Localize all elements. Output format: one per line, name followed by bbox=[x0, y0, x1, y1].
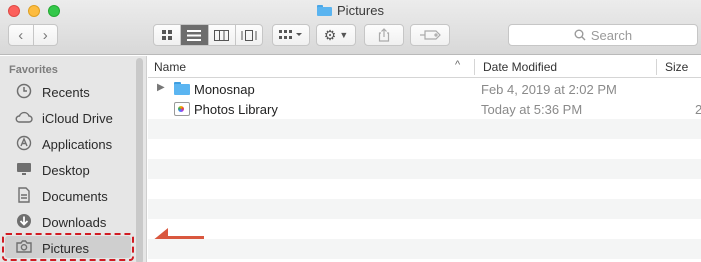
folder-icon bbox=[174, 82, 190, 96]
view-mode-group bbox=[153, 24, 263, 46]
file-list: ▶ Monosnap Feb 4, 2019 at 2:02 PM Photos… bbox=[148, 79, 701, 262]
gallery-icon bbox=[241, 29, 257, 41]
window-title: Pictures bbox=[0, 3, 701, 18]
clock-icon bbox=[14, 83, 34, 102]
share-button[interactable] bbox=[364, 24, 404, 46]
empty-row bbox=[148, 179, 701, 199]
search-field[interactable]: Search bbox=[508, 24, 698, 46]
sidebar-item-applications[interactable]: Applications bbox=[14, 133, 134, 155]
sidebar-heading: Favorites bbox=[9, 64, 58, 76]
empty-row bbox=[148, 159, 701, 179]
sidebar-item-documents[interactable]: Documents bbox=[14, 185, 134, 207]
empty-row bbox=[148, 199, 701, 219]
group-by-button[interactable] bbox=[272, 24, 310, 46]
sidebar-scrollbar[interactable] bbox=[136, 58, 143, 262]
empty-row bbox=[148, 139, 701, 159]
sidebar-item-label: iCloud Drive bbox=[42, 110, 113, 126]
sidebar-item-icloud-drive[interactable]: iCloud Drive bbox=[14, 107, 134, 129]
folder-icon bbox=[317, 5, 333, 16]
back-button[interactable]: ‹ bbox=[9, 27, 33, 44]
tag-icon bbox=[420, 30, 441, 40]
list-header: Name ^ Date Modified Size bbox=[148, 56, 701, 78]
file-name: Photos Library bbox=[194, 102, 278, 117]
arrange-icon bbox=[279, 30, 302, 39]
tags-button[interactable] bbox=[410, 24, 450, 46]
icon-grid-icon bbox=[162, 30, 173, 40]
pictures-highlight-box bbox=[2, 233, 134, 261]
column-header-name[interactable]: Name bbox=[154, 60, 186, 74]
file-date: Today at 5:36 PM bbox=[481, 102, 583, 117]
empty-row bbox=[148, 219, 701, 239]
chevron-down-icon: ▼ bbox=[339, 30, 349, 40]
sidebar-item-downloads[interactable]: Downloads bbox=[14, 211, 134, 233]
sidebar-item-label: Desktop bbox=[42, 162, 90, 178]
list-view-button[interactable] bbox=[181, 25, 209, 45]
share-icon bbox=[378, 28, 390, 42]
search-placeholder: Search bbox=[590, 27, 633, 43]
columns-icon bbox=[214, 29, 230, 41]
sidebar-item-label: Recents bbox=[42, 84, 90, 100]
sidebar-item-label: Downloads bbox=[42, 214, 107, 230]
gear-icon: ⚙ bbox=[323, 26, 337, 43]
window-title-text: Pictures bbox=[337, 3, 384, 18]
cloud-icon bbox=[14, 110, 34, 127]
column-header-date-modified[interactable]: Date Modified bbox=[483, 60, 557, 74]
sort-chevron-up-icon: ^ bbox=[455, 59, 461, 71]
file-size: 2 bbox=[695, 102, 701, 117]
file-name: Monosnap bbox=[194, 82, 255, 97]
column-view-button[interactable] bbox=[209, 25, 236, 45]
sidebar-item-label: Applications bbox=[42, 136, 113, 152]
list-lines-icon bbox=[187, 29, 202, 41]
document-icon bbox=[14, 186, 34, 206]
download-icon bbox=[14, 213, 34, 232]
empty-row bbox=[148, 119, 701, 139]
empty-row bbox=[148, 239, 701, 259]
applications-icon bbox=[14, 135, 34, 154]
forward-button[interactable]: › bbox=[34, 27, 58, 44]
photos-library-icon bbox=[174, 102, 190, 116]
disclosure-triangle-icon[interactable]: ▶ bbox=[157, 82, 165, 93]
back-forward-group: ‹ › bbox=[8, 24, 58, 46]
title-bar: Pictures ‹ › ⚙ ▼ Search bbox=[0, 0, 701, 55]
column-header-size[interactable]: Size bbox=[665, 60, 688, 74]
sidebar-item-recents[interactable]: Recents bbox=[14, 81, 134, 103]
sidebar-item-desktop[interactable]: Desktop bbox=[14, 159, 134, 181]
icon-view-button[interactable] bbox=[154, 25, 182, 45]
desktop-icon bbox=[14, 162, 34, 179]
file-row[interactable]: ▶ Monosnap Feb 4, 2019 at 2:02 PM bbox=[148, 79, 701, 99]
gallery-view-button[interactable] bbox=[236, 25, 262, 45]
file-date: Feb 4, 2019 at 2:02 PM bbox=[481, 82, 617, 97]
action-menu-button[interactable]: ⚙ ▼ bbox=[316, 24, 356, 46]
sidebar-item-label: Documents bbox=[42, 188, 108, 204]
file-row[interactable]: Photos Library Today at 5:36 PM 2 bbox=[148, 99, 701, 119]
search-icon bbox=[574, 29, 586, 41]
